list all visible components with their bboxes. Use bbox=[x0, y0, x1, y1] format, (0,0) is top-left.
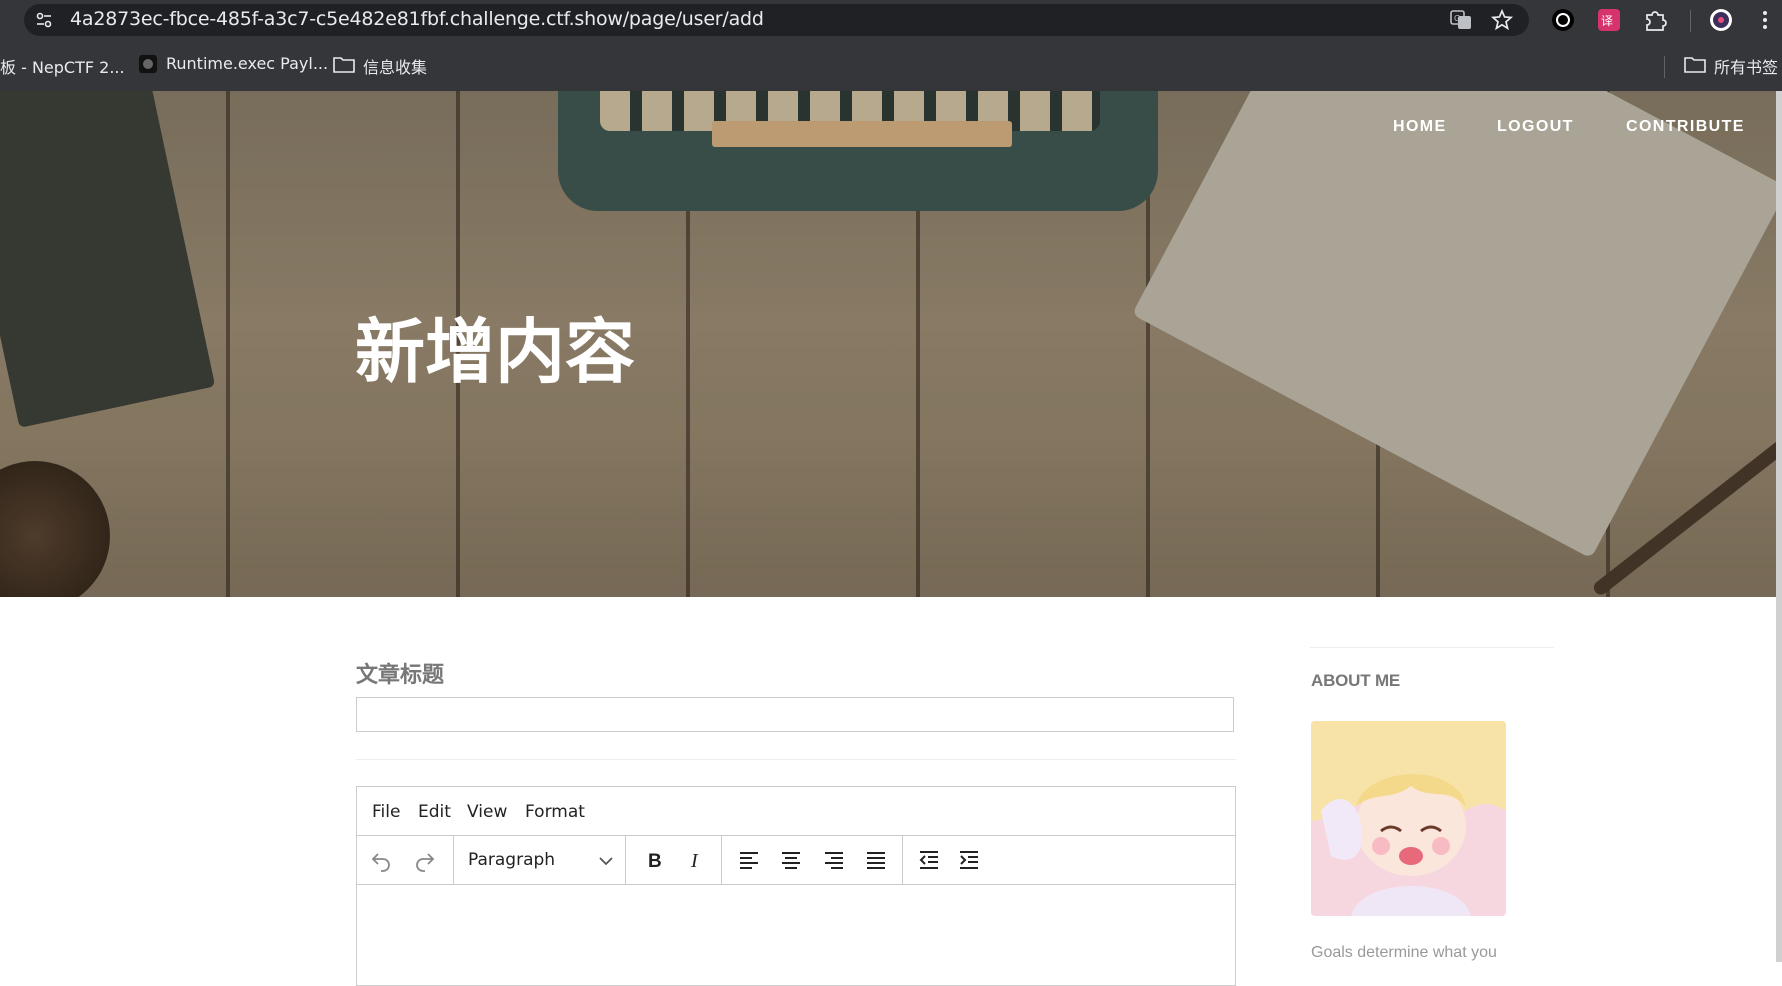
about-me-text: Goals determine what you bbox=[1311, 944, 1497, 961]
outdent-icon[interactable] bbox=[917, 848, 941, 872]
align-right-icon[interactable] bbox=[822, 848, 846, 872]
align-center-icon[interactable] bbox=[779, 848, 803, 872]
toolbar-separator bbox=[625, 836, 626, 884]
browser-chrome: 4a2873ec-fbce-485f-a3c7-c5e482e81fbf.cha… bbox=[0, 0, 1782, 91]
bookmark-folder-info[interactable]: 信息收集 bbox=[363, 54, 427, 78]
nav-logout[interactable]: LOGOUT bbox=[1497, 118, 1574, 136]
puzzle-icon[interactable] bbox=[1642, 7, 1668, 33]
toolbar-separator bbox=[721, 836, 722, 884]
menu-file[interactable]: File bbox=[372, 802, 400, 822]
nav-contribute[interactable]: CONTRIBUTE bbox=[1626, 118, 1745, 136]
about-me-heading: ABOUT ME bbox=[1311, 671, 1401, 690]
undo-icon[interactable] bbox=[369, 848, 393, 872]
editor-menubar: File Edit View Format bbox=[357, 787, 1235, 836]
scrollbar[interactable] bbox=[1776, 91, 1782, 962]
about-me-avatar bbox=[1311, 721, 1506, 916]
hero-header: HOME LOGOUT CONTRIBUTE 新增内容 bbox=[0, 91, 1776, 597]
translate-extension-icon[interactable]: 译 bbox=[1596, 7, 1622, 33]
title-label: 文章标题 bbox=[356, 663, 445, 688]
menu-format[interactable]: Format bbox=[525, 802, 585, 822]
title-input[interactable] bbox=[356, 697, 1234, 732]
toolbar-separator bbox=[453, 836, 454, 884]
url-text[interactable]: 4a2873ec-fbce-485f-a3c7-c5e482e81fbf.cha… bbox=[70, 8, 764, 30]
page-title: 新增内容 bbox=[355, 311, 635, 393]
redo-icon[interactable] bbox=[413, 848, 437, 872]
bookmark-runtime-exec[interactable]: Runtime.exec Payl... bbox=[166, 54, 328, 73]
align-justify-icon[interactable] bbox=[864, 848, 888, 872]
editor-toolbar: Paragraph B I bbox=[357, 836, 1235, 885]
all-bookmarks[interactable]: 所有书签 bbox=[1714, 54, 1778, 78]
svg-text:G: G bbox=[1454, 14, 1460, 23]
star-icon[interactable] bbox=[1490, 8, 1514, 32]
bookmarks-divider bbox=[1664, 56, 1665, 78]
profile-icon[interactable] bbox=[1708, 7, 1734, 33]
address-bar[interactable]: 4a2873ec-fbce-485f-a3c7-c5e482e81fbf.cha… bbox=[24, 4, 1529, 36]
svg-text:译: 译 bbox=[1601, 14, 1613, 28]
block-format-select[interactable]: Paragraph bbox=[468, 850, 555, 870]
record-icon[interactable] bbox=[1550, 7, 1576, 33]
nav-home[interactable]: HOME bbox=[1393, 118, 1447, 136]
more-icon[interactable] bbox=[1752, 7, 1778, 33]
indent-icon[interactable] bbox=[957, 848, 981, 872]
translate-icon[interactable]: G bbox=[1449, 8, 1473, 32]
bookmarks-bar: 板 - NepCTF 2... Runtime.exec Payl... 信息收… bbox=[0, 46, 1782, 84]
svg-text:B: B bbox=[648, 851, 662, 872]
bookmark-nepctf[interactable]: 板 - NepCTF 2... bbox=[0, 54, 125, 78]
toolbar-separator bbox=[902, 836, 903, 884]
rich-text-editor: File Edit View Format Paragraph B I bbox=[356, 786, 1236, 986]
chevron-down-icon[interactable] bbox=[597, 852, 615, 870]
toolbar-divider bbox=[1690, 10, 1691, 32]
bold-icon[interactable]: B bbox=[642, 848, 666, 872]
italic-icon[interactable]: I bbox=[684, 848, 708, 872]
site-info-icon[interactable] bbox=[34, 10, 54, 30]
editor-content-area[interactable] bbox=[357, 885, 1235, 985]
divider bbox=[356, 759, 1236, 760]
folder-icon bbox=[1684, 57, 1706, 73]
folder-icon bbox=[333, 57, 355, 73]
svg-text:I: I bbox=[690, 850, 699, 872]
hero-overlay bbox=[0, 91, 1776, 597]
align-left-icon[interactable] bbox=[737, 848, 761, 872]
menu-edit[interactable]: Edit bbox=[418, 802, 451, 822]
sidebar-divider bbox=[1310, 647, 1554, 648]
site-favicon bbox=[139, 55, 157, 73]
menu-view[interactable]: View bbox=[467, 802, 507, 822]
